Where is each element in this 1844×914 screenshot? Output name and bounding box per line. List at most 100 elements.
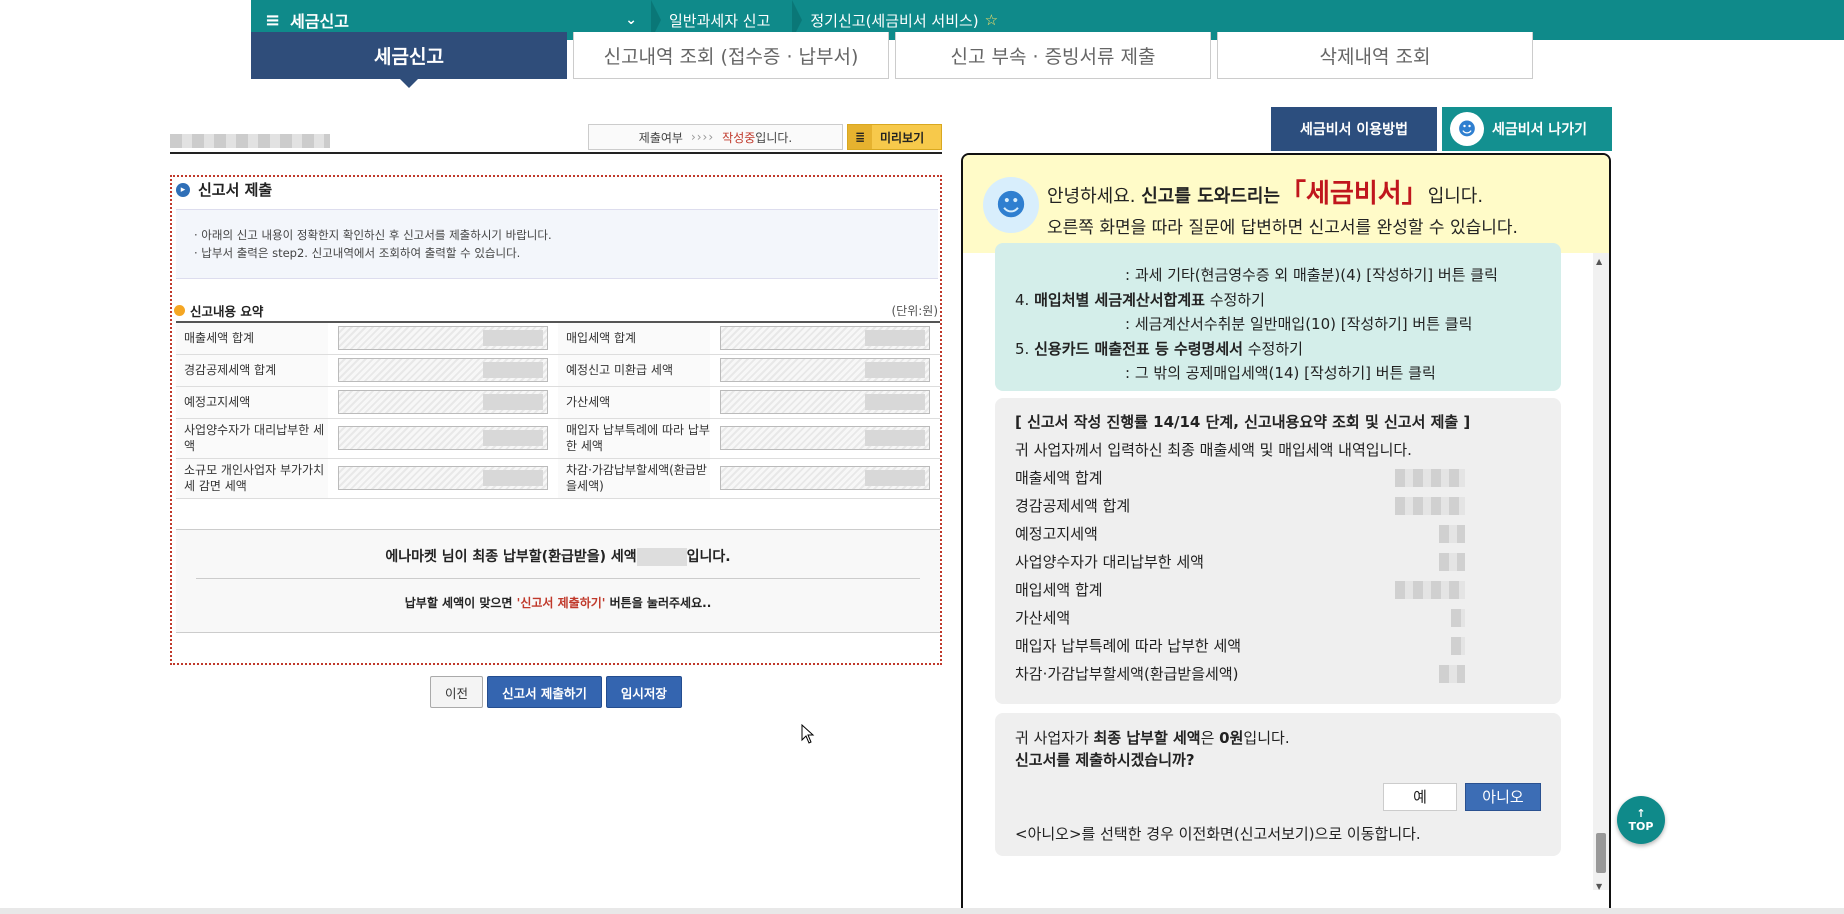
- amount-field: [720, 390, 930, 414]
- row-label: 차감·가감납부할세액(환급받을세액): [558, 458, 710, 499]
- guide-bubble: : 과세 기타(현금영수증 외 매출분)(4) [작성하기] 버튼 클릭 4. …: [995, 243, 1561, 391]
- tab-deleted-history[interactable]: 삭제내역 조회: [1217, 32, 1533, 79]
- list-item: 경감공제세액 합계: [1015, 492, 1465, 520]
- assistant-chat-panel: ☻ 안녕하세요. 신고를 도와드리는「세금비서」입니다. 오른쪽 화면을 따라 …: [961, 153, 1611, 914]
- guide-line: : 그 밖의 공제매입세액(14) [작성하기] 버튼 클릭: [1125, 364, 1436, 382]
- guide-line: : 세금계산서수취분 일반매입(10) [작성하기] 버튼 클릭: [1125, 315, 1473, 333]
- amount-field: [338, 358, 548, 382]
- row-label: 소규모 개인사업자 부가가치세 감면 세액: [176, 458, 328, 499]
- assistant-exit-button[interactable]: ☻ 세금비서 나가기: [1442, 107, 1612, 151]
- arrow-circle-icon: ▸: [176, 182, 190, 197]
- confirm-question: 신고서를 제출하시겠습니까?: [1015, 751, 1195, 769]
- submission-status: 제출여부 ›››› 작성중 입니다.: [588, 124, 843, 150]
- status-value: 작성중: [722, 130, 756, 145]
- guide-line: 5. 신용카드 매출전표 등 수령명세서 수정하기: [1015, 339, 1303, 358]
- section-title-text: 신고서 제출: [198, 181, 273, 199]
- submit-report-button[interactable]: 신고서 제출하기: [487, 676, 602, 708]
- menu-label: 세금신고: [290, 12, 349, 31]
- tab-tax-report[interactable]: 세금신고: [251, 32, 567, 88]
- final-tax-line: 귀 사업자가 최종 납부할 세액은 0원입니다.: [1015, 729, 1290, 747]
- assistant-avatar: ☻: [983, 177, 1039, 233]
- row-label: 사업양수자가 대리납부한 세액: [176, 418, 328, 459]
- hamburger-icon[interactable]: ≡: [265, 10, 280, 31]
- notice-box: · 아래의 신고 내용이 정확한지 확인하신 후 신고서를 제출하시기 바랍니다…: [176, 209, 938, 279]
- table-row: 경감공제세액 합계 예정신고 미환급 세액: [176, 354, 940, 387]
- amount-field: [720, 426, 930, 450]
- status-row: 제출여부 ›››› 작성중 입니다. ≣ 미리보기: [170, 122, 942, 154]
- row-label: 매입세액 합계: [558, 322, 710, 355]
- list-item: 매입자 납부특례에 따라 납부한 세액: [1015, 632, 1465, 660]
- guide-line: 4. 매입처별 세금계산서합계표 수정하기: [1015, 290, 1265, 309]
- no-button[interactable]: 아니오: [1465, 783, 1541, 811]
- arrows-icon: ››››: [690, 130, 715, 144]
- section-title: ▸ 신고서 제출: [176, 179, 272, 200]
- tab-attachments[interactable]: 신고 부속 · 증빙서류 제출: [895, 32, 1211, 79]
- temp-save-button[interactable]: 임시저장: [605, 676, 682, 708]
- summary-title-text: 신고내용 요약: [190, 304, 264, 319]
- star-icon[interactable]: ☆: [985, 11, 998, 29]
- mouse-cursor-icon: [801, 724, 815, 744]
- list-item: 사업양수자가 대리납부한 세액: [1015, 548, 1465, 576]
- preview-label: 미리보기: [880, 130, 925, 145]
- divider: [196, 578, 920, 579]
- confirm-bubble: 귀 사업자가 최종 납부할 세액은 0원입니다. 신고서를 제출하시겠습니까? …: [995, 713, 1561, 856]
- scroll-up-icon[interactable]: ▲: [1596, 257, 1602, 266]
- progress-desc: 귀 사업자께서 입력하신 최종 매출세액 및 매입세액 내역입니다.: [1015, 441, 1412, 459]
- breadcrumb-label: 일반과세자 신고: [669, 11, 771, 30]
- scroll-thumb[interactable]: [1596, 833, 1606, 873]
- greeting-sub: 오른쪽 화면을 따라 질문에 답변하면 신고서를 완성할 수 있습니다.: [1047, 218, 1518, 238]
- amount-field: [338, 326, 548, 351]
- exit-label: 세금비서 나가기: [1492, 122, 1588, 138]
- table-row: 소규모 개인사업자 부가가치세 감면 세액 차감·가감납부할세액(환급받을세액): [176, 458, 940, 499]
- bullet-icon: [174, 305, 185, 316]
- progress-title: [ 신고서 작성 진행률 14/14 단계, 신고내용요약 조회 및 신고서 제…: [1015, 413, 1471, 431]
- table-row: 사업양수자가 대리납부한 세액 매입자 납부특례에 따라 납부한 세액: [176, 418, 940, 459]
- table-row: 예정고지세액 가산세액: [176, 386, 940, 419]
- page-bottom-edge: [0, 908, 1844, 914]
- assistant-help-button[interactable]: 세금비서 이용방법: [1271, 107, 1437, 151]
- chat-header: ☻ 안녕하세요. 신고를 도와드리는「세금비서」입니다. 오른쪽 화면을 따라 …: [963, 155, 1609, 253]
- status-suffix: 입니다.: [755, 130, 793, 145]
- chat-scrollbar[interactable]: ▲ ▼: [1593, 253, 1609, 893]
- previous-button[interactable]: 이전: [430, 676, 484, 708]
- summary-title: 신고내용 요약: [174, 301, 263, 320]
- scroll-top-button[interactable]: ↑ TOP: [1617, 796, 1665, 844]
- summary-table: 매출세액 합계 매입세액 합계 경감공제세액 합계 예정신고 미환급 세액 예정…: [176, 321, 940, 499]
- list-item: 매출세액 합계: [1015, 464, 1465, 492]
- breadcrumb-label: 정기신고(세금비서 서비스): [810, 11, 979, 30]
- row-label: 매출세액 합계: [176, 322, 328, 355]
- amount-field: [720, 466, 930, 490]
- row-label: 예정고지세액: [176, 386, 328, 419]
- row-label: 예정신고 미환급 세액: [558, 354, 710, 387]
- chevron-down-icon[interactable]: ⌄: [625, 12, 637, 28]
- row-label: 매입자 납부특례에 따라 납부한 세액: [558, 418, 710, 459]
- tab-report-history[interactable]: 신고내역 조회 (접수증 · 납부서): [573, 32, 889, 79]
- blurred-business-name: [170, 134, 330, 148]
- summary-bubble: [ 신고서 작성 진행률 14/14 단계, 신고내용요약 조회 및 신고서 제…: [995, 398, 1561, 704]
- amount-field: [720, 326, 930, 351]
- list-item: 매입세액 합계: [1015, 576, 1465, 604]
- document-icon: ≣: [848, 125, 872, 149]
- list-item: 예정고지세액: [1015, 520, 1465, 548]
- amount-field: [720, 358, 930, 382]
- amount-field: [338, 426, 548, 450]
- chat-messages: : 과세 기타(현금영수증 외 매출분)(4) [작성하기] 버튼 클릭 4. …: [963, 243, 1595, 893]
- arrow-up-icon: ↑: [1636, 807, 1646, 820]
- table-row: 매출세액 합계 매입세액 합계: [176, 322, 940, 355]
- notice-line: · 아래의 신고 내용이 정확한지 확인하신 후 신고서를 제출하시기 바랍니다…: [194, 228, 552, 242]
- final-amount-box: 에나마켓 님이 최종 납부할(환급받을) 세액 입니다. 납부할 세액이 맞으면 …: [176, 529, 940, 633]
- assistant-avatar-icon: ☻: [1450, 112, 1484, 146]
- report-panel: 제출여부 ›››› 작성중 입니다. ≣ 미리보기 ▸ 신고서 제출 · 아래의…: [170, 122, 942, 708]
- status-label: 제출여부: [638, 130, 683, 145]
- preview-button[interactable]: ≣ 미리보기: [847, 124, 942, 150]
- greeting: 안녕하세요. 신고를 도와드리는「세금비서」입니다.: [1047, 179, 1484, 209]
- action-buttons: 이전 신고서 제출하기 임시저장: [170, 676, 942, 708]
- guide-line: : 과세 기타(현금영수증 외 매출분)(4) [작성하기] 버튼 클릭: [1125, 266, 1498, 284]
- yes-button[interactable]: 예: [1383, 783, 1457, 811]
- notice-line: · 납부서 출력은 step2. 신고내역에서 조회하여 출력할 수 있습니다.: [194, 246, 521, 260]
- no-note: <아니오>를 선택한 경우 이전화면(신고서보기)으로 이동합니다.: [1015, 825, 1421, 843]
- unit-label: (단위:원): [891, 304, 938, 318]
- brand-name: 「세금비서」: [1280, 179, 1428, 209]
- report-submission-form: ▸ 신고서 제출 · 아래의 신고 내용이 정확한지 확인하신 후 신고서를 제…: [170, 175, 942, 665]
- amount-field: [338, 390, 548, 414]
